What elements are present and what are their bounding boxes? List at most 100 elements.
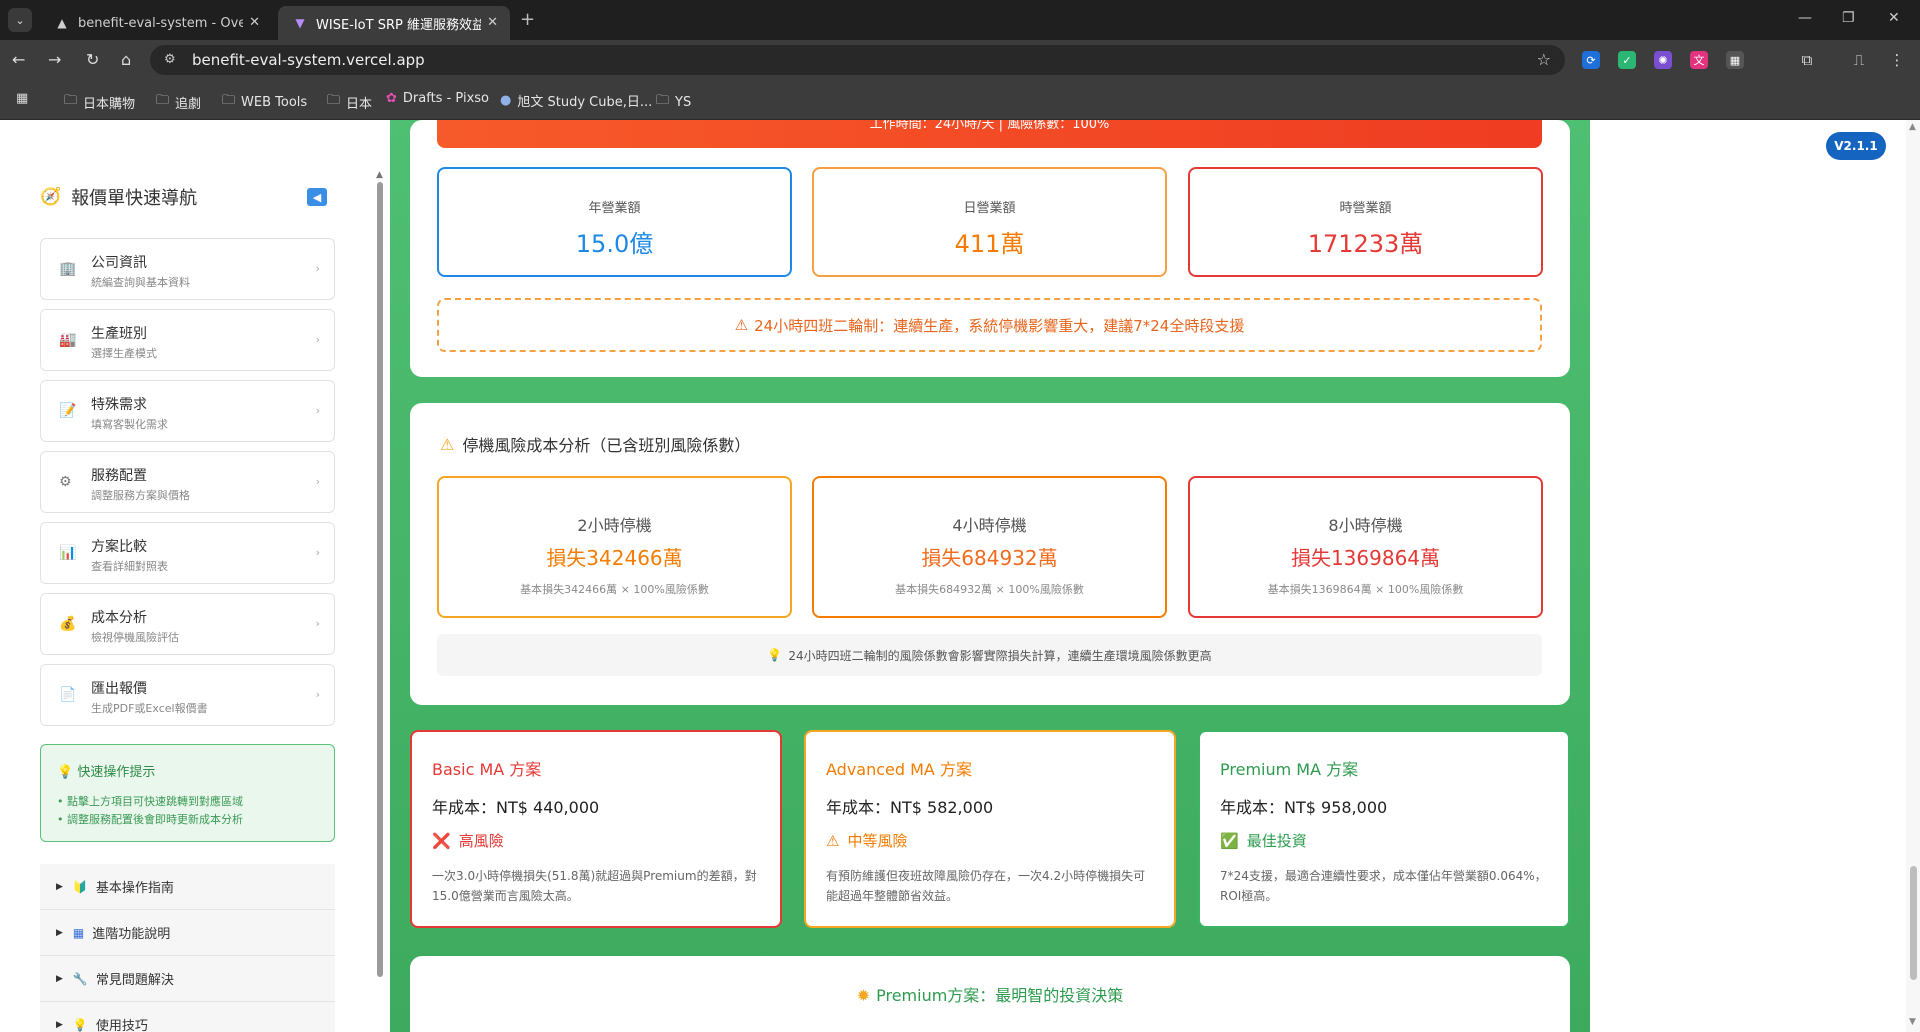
scroll-up-icon[interactable]: ▲ <box>1909 122 1916 132</box>
risk-hint: 💡 24小時四班二輪制的風險係數會影響實際損失計算，連續生產環境風險係數更高 <box>437 634 1542 676</box>
scroll-up-icon[interactable]: ▲ <box>376 170 383 180</box>
plan-basic-card[interactable]: Basic MA 方案 年成本：NT$ 440,000 ❌ 高風險 一次3.0小… <box>410 730 782 928</box>
banner-text: 工作時間：24小時/天 | 風險係數：100% <box>869 120 1110 132</box>
chevron-right-icon: › <box>315 617 320 630</box>
sidebar-item-cost[interactable]: 💰 成本分析 檢視停機風險評估 › <box>40 593 335 655</box>
version-badge: V2.1.1 <box>1826 132 1886 160</box>
bookmark-star-icon[interactable]: ☆ <box>1537 50 1551 69</box>
hourly-revenue-card: 時營業額 171233萬 <box>1188 167 1543 277</box>
minimize-icon[interactable]: — <box>1798 10 1812 26</box>
sidebar-item-label: 服務配置 <box>91 468 147 484</box>
accordion-faq[interactable]: ▶ 🔧 常見問題解決 <box>40 956 335 1002</box>
quick-nav-sidebar: 🧭 報價單快速導航 ◀ 🏢 公司資訊 統編查詢與基本資料 › 🏭 生產班別 選擇… <box>20 140 383 1032</box>
browser-tab-1[interactable]: ▲ benefit-eval-system - Overvie ✕ <box>40 6 272 40</box>
apps-grid-icon[interactable]: ▦ <box>16 91 34 106</box>
sidebar-scrollbar[interactable]: ▲ <box>376 170 384 980</box>
reload-icon[interactable]: ↻ <box>86 50 99 69</box>
bookmark-folder[interactable]: 🗀 WEB Tools <box>222 91 307 113</box>
sparkle-icon: ✹ <box>856 986 871 1005</box>
sidebar-item-label: 公司資訊 <box>91 255 147 271</box>
plan-premium-card[interactable]: Premium MA 方案 年成本：NT$ 958,000 ✅ 最佳投資 7*2… <box>1198 730 1570 928</box>
sidebar-item-service[interactable]: ⚙ 服務配置 調整服務方案與價格 › <box>40 451 335 513</box>
back-icon[interactable]: ← <box>12 50 25 69</box>
sidebar-item-shift[interactable]: 🏭 生產班別 選擇生產模式 › <box>40 309 335 371</box>
sidebar-scroll-thumb[interactable] <box>377 182 383 977</box>
check-box-icon: ✅ <box>1220 831 1239 850</box>
triangle-right-icon: ▶ <box>56 927 63 938</box>
accordion-tips[interactable]: ▶ 💡 使用技巧 <box>40 1002 335 1032</box>
menu-dots-icon[interactable]: ⋮ <box>1888 51 1906 69</box>
decision-card: ✹ Premium方案：最明智的投資決策 <box>410 956 1570 1032</box>
site-info-icon[interactable]: ⚙ <box>164 52 176 67</box>
annual-revenue-card: 年營業額 15.0億 <box>437 167 792 277</box>
sidebar-item-compare[interactable]: 📊 方案比較 查看詳細對照表 › <box>40 522 335 584</box>
extension-1-icon[interactable]: ⟳ <box>1582 51 1600 69</box>
triangle-right-icon: ▶ <box>56 1019 63 1030</box>
extension-ai-icon[interactable]: ✺ <box>1654 51 1672 69</box>
chevron-right-icon: › <box>315 333 320 346</box>
bookmark-folder[interactable]: 🗀 YS <box>656 91 691 113</box>
sidebar-item-sub: 生成PDF或Excel報價書 <box>91 702 208 715</box>
sidebar-item-label: 生產班別 <box>91 326 147 342</box>
collapse-sidebar-button[interactable]: ◀ <box>307 188 327 206</box>
chevron-right-icon: › <box>315 546 320 559</box>
chevron-right-icon: › <box>315 404 320 417</box>
plan-name: Premium MA 方案 <box>1220 760 1359 779</box>
home-icon[interactable]: ⌂ <box>121 50 131 69</box>
vercel-triangle-icon: ▲ <box>57 16 67 30</box>
new-tab-icon[interactable]: + <box>520 9 535 30</box>
stat-label: 年營業額 <box>588 201 641 216</box>
extension-qr-icon[interactable]: ▦ <box>1726 51 1744 69</box>
wrench-icon: 🔧 <box>72 971 88 986</box>
sidebar-item-label: 成本分析 <box>91 610 147 626</box>
window-close-icon[interactable]: ✕ <box>1888 10 1900 26</box>
page-scroll-thumb[interactable] <box>1910 866 1917 980</box>
factory-icon: 🏭 <box>59 332 77 348</box>
warning-icon: ⚠ <box>440 434 455 454</box>
browser-tab-2[interactable]: ▼ WISE-IoT SRP 維運服務效益評 ✕ <box>278 6 510 40</box>
sidebar-item-label: 特殊需求 <box>91 397 147 413</box>
bookmark-folder[interactable]: 🗀 追劇 <box>156 91 201 113</box>
bookmark-label: 日本 <box>346 96 373 112</box>
chevron-right-icon: › <box>315 475 320 488</box>
close-icon[interactable]: ✕ <box>487 15 498 30</box>
bookmark-link[interactable]: ✿ Drafts - Pixso <box>386 91 489 106</box>
downtime-loss: 損失342466萬 <box>546 546 683 570</box>
scroll-down-icon[interactable]: ▼ <box>1909 1017 1916 1027</box>
plan-cost: 年成本：NT$ 582,000 <box>826 798 994 817</box>
restore-icon[interactable]: ❐ <box>1842 10 1855 26</box>
browser-tab-strip: ⌄ ▲ benefit-eval-system - Overvie ✕ ▼ WI… <box>0 0 1920 40</box>
sidebar-item-label: 方案比較 <box>91 539 147 555</box>
page-scrollbar[interactable]: ▲ ▼ <box>1906 120 1920 1032</box>
plan-risk: ⚠ 中等風險 <box>826 830 907 851</box>
sidebar-title-text: 報價單快速導航 <box>71 188 198 209</box>
bookmark-folder[interactable]: 🗀 日本購物 <box>64 91 135 113</box>
address-bar[interactable]: ⚙ benefit-eval-system.vercel.app ☆ <box>150 45 1565 75</box>
close-icon[interactable]: ✕ <box>249 15 260 30</box>
forward-icon[interactable]: → <box>48 50 61 69</box>
sidebar-item-company[interactable]: 🏢 公司資訊 統編查詢與基本資料 › <box>40 238 335 300</box>
plan-name: Advanced MA 方案 <box>826 760 972 779</box>
downtime-label: 2小時停機 <box>577 516 652 535</box>
plan-advanced-card[interactable]: Advanced MA 方案 年成本：NT$ 582,000 ⚠ 中等風險 有預… <box>804 730 1176 928</box>
stat-value: 411萬 <box>954 230 1025 258</box>
triangle-right-icon: ▶ <box>56 973 63 984</box>
extension-translate-icon[interactable]: 文 <box>1690 51 1708 69</box>
accordion-advanced[interactable]: ▶ ▦ 進階功能說明 <box>40 910 335 956</box>
tab-search-icon[interactable]: ⌄ <box>8 8 32 32</box>
stat-label: 日營業額 <box>963 201 1016 216</box>
accordion-label: 使用技巧 <box>95 1019 148 1032</box>
plan-risk-text: 高風險 <box>458 832 504 850</box>
work-time-banner: 工作時間：24小時/天 | 風險係數：100% <box>437 120 1542 148</box>
sidepanel-icon[interactable]: ⎍ <box>1850 51 1868 69</box>
bookmark-link[interactable]: ● 旭文 Study Cube,日... <box>500 91 652 110</box>
bookmark-folder[interactable]: 🗀 日本 <box>327 91 372 113</box>
plan-risk: ✅ 最佳投資 <box>1220 830 1307 851</box>
sidebar-item-export[interactable]: 📄 匯出報價 生成PDF或Excel報價書 › <box>40 664 335 726</box>
extension-shield-icon[interactable]: ✓ <box>1618 51 1636 69</box>
bookmark-label: 追劇 <box>175 96 202 112</box>
sidebar-item-sub: 查看詳細對照表 <box>91 560 168 573</box>
accordion-basic-guide[interactable]: ▶ 🔰 基本操作指南 <box>40 864 335 910</box>
extensions-puzzle-icon[interactable]: ⧉ <box>1798 51 1816 69</box>
sidebar-item-special[interactable]: 📝 特殊需求 填寫客製化需求 › <box>40 380 335 442</box>
